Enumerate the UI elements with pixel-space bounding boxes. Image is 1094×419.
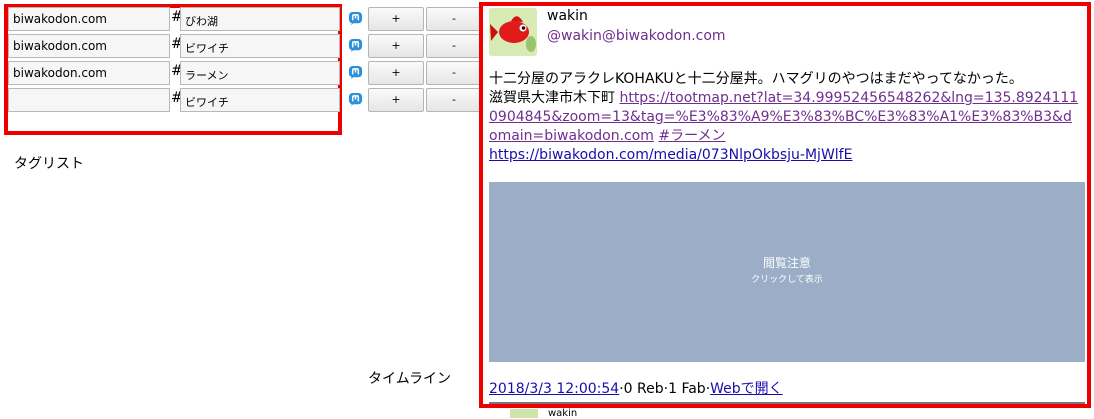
remove-tag-button[interactable]: - (426, 88, 482, 112)
status-divider (489, 402, 1085, 404)
timestamp-link[interactable]: 2018/3/3 12:00:54 (489, 381, 619, 397)
remove-tag-button[interactable]: - (426, 61, 482, 85)
mastodon-icon[interactable] (348, 11, 363, 26)
open-web-link[interactable]: Webで開く (710, 381, 783, 397)
status-meta: 2018/3/3 12:00:54·0 Reb·1 Fab·Webで開く (489, 378, 783, 398)
tag-input[interactable]: ビワイチ (180, 34, 340, 58)
status-location: 滋賀県大津市木下町 (489, 90, 620, 106)
avatar[interactable] (489, 8, 537, 56)
add-tag-button[interactable]: + (368, 7, 424, 31)
add-tag-button[interactable]: + (368, 34, 424, 58)
hashtag-link[interactable]: #ラーメン (658, 128, 725, 144)
taglist-label: タグリスト (14, 156, 84, 172)
account-handle[interactable]: @wakin@biwakodon.com (547, 28, 726, 44)
tag-input[interactable]: ビワイチ (180, 88, 340, 112)
timeline-label: タイムライン (368, 371, 452, 387)
domain-input[interactable] (8, 88, 170, 112)
status-content: 十二分屋のアラクレKOHAKUと十二分屋丼。ハマグリのやつはまだやってなかった。… (489, 70, 1079, 165)
add-tag-button[interactable]: + (368, 61, 424, 85)
status-text-line1: 十二分屋のアラクレKOHAKUと十二分屋丼。ハマグリのやつはまだやってなかった。 (489, 71, 1023, 87)
domain-input[interactable]: biwakodon.com (8, 34, 170, 58)
media-warning-title: 閲覧注意 (762, 256, 811, 270)
mastodon-icon[interactable] (348, 65, 363, 80)
mastodon-icon[interactable] (348, 92, 363, 107)
avatar[interactable] (510, 409, 538, 418)
tag-input[interactable]: びわ湖 (180, 7, 340, 31)
display-name[interactable]: wakin (547, 8, 588, 24)
tag-input[interactable]: ラーメン (180, 61, 340, 85)
remove-tag-button[interactable]: - (426, 7, 482, 31)
fav-count: 1 Fab (668, 381, 706, 397)
timeline-panel: wakin @wakin@biwakodon.com 十二分屋のアラクレKOHA… (479, 2, 1091, 408)
sensitive-media[interactable]: 閲覧注意 クリックして表示 (489, 182, 1085, 362)
reblog-count: 0 Reb (623, 381, 664, 397)
media-link[interactable]: https://biwakodon.com/media/073NlpOkbsju… (489, 147, 852, 163)
domain-input[interactable]: biwakodon.com (8, 7, 170, 31)
display-name[interactable]: wakin (548, 408, 577, 419)
remove-tag-button[interactable]: - (426, 34, 482, 58)
add-tag-button[interactable]: + (368, 88, 424, 112)
media-warning-subtitle: クリックして表示 (751, 275, 823, 285)
mastodon-icon[interactable] (348, 38, 363, 53)
domain-input[interactable]: biwakodon.com (8, 61, 170, 85)
goldfish-avatar-icon (489, 8, 537, 56)
